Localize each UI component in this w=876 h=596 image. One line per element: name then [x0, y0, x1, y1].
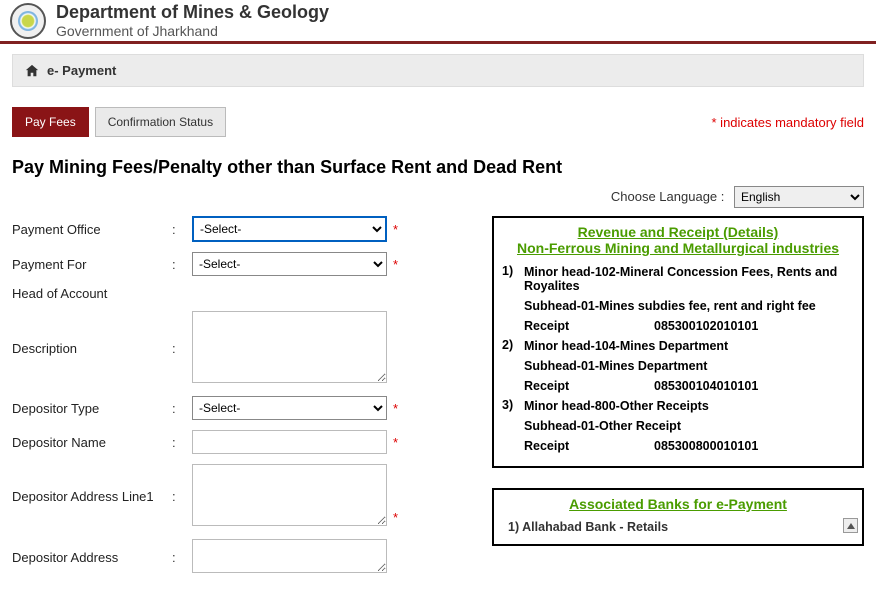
depositor-address1-label: Depositor Address Line1	[12, 489, 172, 504]
revenue-item: 1) Minor head-102-Mineral Concession Fee…	[502, 262, 854, 336]
header-bar: Department of Mines & Geology Government…	[0, 0, 876, 44]
dept-logo	[10, 3, 46, 39]
receipt-label: Receipt	[524, 379, 654, 393]
required-star: *	[393, 435, 398, 450]
dept-subtitle: Government of Jharkhand	[56, 23, 329, 39]
dept-logo-inner	[18, 11, 38, 31]
tab-pay-fees[interactable]: Pay Fees	[12, 107, 89, 137]
revenue-minor-head: Minor head-102-Mineral Concession Fees, …	[524, 262, 854, 296]
tabs-row: Pay Fees Confirmation Status * indicates…	[12, 107, 864, 137]
revenue-item: 3) Minor head-800-Other Receipts Subhead…	[502, 396, 854, 456]
revenue-subtitle: Non-Ferrous Mining and Metallurgical ind…	[502, 240, 854, 256]
language-label: Choose Language :	[611, 189, 724, 204]
head-of-account-label: Head of Account	[12, 286, 172, 301]
depositor-address2-label: Depositor Address	[12, 550, 172, 565]
depositor-type-label: Depositor Type	[12, 401, 172, 416]
payment-office-label: Payment Office	[12, 222, 172, 237]
dept-titles: Department of Mines & Geology Government…	[56, 2, 329, 39]
scroll-up-icon[interactable]	[843, 518, 858, 533]
revenue-title: Revenue and Receipt (Details)	[502, 224, 854, 240]
revenue-list: 1) Minor head-102-Mineral Concession Fee…	[502, 262, 854, 456]
depositor-name-input[interactable]	[192, 430, 387, 454]
form-column: Payment Office : -Select- * Payment For …	[12, 216, 472, 586]
required-star: *	[393, 222, 398, 237]
page-title: Pay Mining Fees/Penalty other than Surfa…	[12, 157, 864, 178]
receipt-label: Receipt	[524, 319, 654, 333]
language-row: Choose Language : English	[12, 186, 864, 208]
payment-office-select[interactable]: -Select-	[192, 216, 387, 242]
revenue-item-num: 3)	[502, 396, 524, 456]
revenue-item-num: 1)	[502, 262, 524, 336]
revenue-item: 2) Minor head-104-Mines Department Subhe…	[502, 336, 854, 396]
payment-for-label: Payment For	[12, 257, 172, 272]
banks-panel: Associated Banks for e-Payment 1) Allaha…	[492, 488, 864, 546]
info-column: Revenue and Receipt (Details) Non-Ferrou…	[492, 216, 864, 586]
language-select[interactable]: English	[734, 186, 864, 208]
revenue-panel: Revenue and Receipt (Details) Non-Ferrou…	[492, 216, 864, 468]
required-star: *	[393, 257, 398, 272]
revenue-minor-head: Minor head-104-Mines Department	[524, 336, 854, 356]
depositor-address1-textarea[interactable]	[192, 464, 387, 526]
depositor-type-select[interactable]: -Select-	[192, 396, 387, 420]
description-label: Description	[12, 341, 172, 356]
revenue-subhead: Subhead-01-Mines Department	[524, 356, 854, 376]
depositor-address2-textarea[interactable]	[192, 539, 387, 573]
receipt-value: 085300102010101	[654, 319, 758, 333]
bank-item: 1) Allahabad Bank - Retails	[494, 516, 862, 538]
revenue-minor-head: Minor head-800-Other Receipts	[524, 396, 854, 416]
home-icon[interactable]	[25, 64, 39, 78]
breadcrumb: e- Payment	[12, 54, 864, 87]
bank-item-name: Allahabad Bank - Retails	[522, 520, 668, 534]
dept-title: Department of Mines & Geology	[56, 2, 329, 23]
revenue-subhead: Subhead-01-Mines subdies fee, rent and r…	[524, 296, 854, 316]
required-star: *	[393, 510, 398, 529]
receipt-label: Receipt	[524, 439, 654, 453]
receipt-value: 085300104010101	[654, 379, 758, 393]
revenue-subhead: Subhead-01-Other Receipt	[524, 416, 854, 436]
tab-confirmation-status[interactable]: Confirmation Status	[95, 107, 226, 137]
required-star: *	[393, 401, 398, 416]
payment-for-select[interactable]: -Select-	[192, 252, 387, 276]
banks-list: 1) Allahabad Bank - Retails	[494, 516, 862, 544]
mandatory-note: * indicates mandatory field	[712, 115, 864, 130]
bank-item-num: 1)	[508, 520, 519, 534]
revenue-item-num: 2)	[502, 336, 524, 396]
receipt-value: 085300800010101	[654, 439, 758, 453]
banks-title: Associated Banks for e-Payment	[494, 490, 862, 516]
depositor-name-label: Depositor Name	[12, 435, 172, 450]
breadcrumb-text: e- Payment	[47, 63, 116, 78]
description-textarea[interactable]	[192, 311, 387, 383]
